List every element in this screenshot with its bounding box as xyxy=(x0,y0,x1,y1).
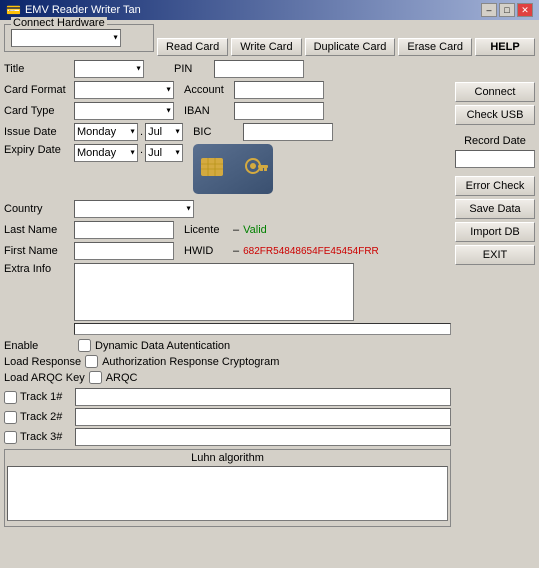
erase-card-button[interactable]: Erase Card xyxy=(398,38,472,56)
title-label: Title xyxy=(4,63,74,75)
track2-input[interactable] xyxy=(75,408,451,426)
luhn-label: Luhn algorithm xyxy=(191,452,264,464)
first-name-input[interactable] xyxy=(74,242,174,260)
issue-day-select[interactable]: Monday xyxy=(74,123,138,141)
connect-button[interactable]: Connect xyxy=(455,82,535,102)
bic-input[interactable] xyxy=(243,123,333,141)
save-data-button[interactable]: Save Data xyxy=(455,199,535,219)
progress-bar xyxy=(74,323,451,335)
luhn-textarea[interactable] xyxy=(7,466,448,521)
help-button[interactable]: HELP xyxy=(475,38,535,56)
record-date-label: Record Date xyxy=(455,135,535,147)
connect-hardware-label: Connect Hardware xyxy=(11,17,107,29)
card-chip-image xyxy=(193,144,273,194)
app-icon: 💳 xyxy=(6,3,21,17)
duplicate-card-button[interactable]: Duplicate Card xyxy=(305,38,396,56)
track3-checkbox[interactable] xyxy=(4,431,17,444)
title-select[interactable] xyxy=(74,60,144,78)
track1-input[interactable] xyxy=(75,388,451,406)
card-type-label: Card Type xyxy=(4,105,74,117)
last-name-input[interactable] xyxy=(74,221,174,239)
expiry-dot: . xyxy=(140,144,143,156)
import-db-button[interactable]: Import DB xyxy=(455,222,535,242)
track2-checkbox[interactable] xyxy=(4,411,17,424)
expiry-date-label: Expiry Date xyxy=(4,144,74,156)
dynamic-data-label: Dynamic Data Autentication xyxy=(95,340,230,352)
expiry-day-select[interactable]: Monday xyxy=(74,144,138,162)
arqc-checkbox[interactable] xyxy=(89,371,102,384)
iban-label: IBAN xyxy=(184,105,234,117)
card-format-label: Card Format xyxy=(4,84,74,96)
issue-month-select[interactable]: Jul xyxy=(145,123,183,141)
expiry-month-select[interactable]: Jul xyxy=(145,144,183,162)
minimize-button[interactable]: – xyxy=(481,3,497,17)
track3-label: Track 3# xyxy=(20,431,75,443)
first-name-label: First Name xyxy=(4,245,74,257)
hwid-value: 682FR54848654FE45454FRR xyxy=(243,246,379,257)
card-type-select[interactable] xyxy=(74,102,174,120)
pin-label: PIN xyxy=(174,63,214,75)
right-panel: Connect Check USB Record Date Error Chec… xyxy=(455,60,535,527)
track1-label: Track 1# xyxy=(20,391,75,403)
track2-label: Track 2# xyxy=(20,411,75,423)
maximize-button[interactable]: □ xyxy=(499,3,515,17)
license-dash: – xyxy=(233,224,239,236)
dynamic-data-checkbox[interactable] xyxy=(78,339,91,352)
license-valid: Valid xyxy=(243,224,267,236)
card-format-select[interactable] xyxy=(74,81,174,99)
read-card-button[interactable]: Read Card xyxy=(157,38,228,56)
close-button[interactable]: ✕ xyxy=(517,3,533,17)
extra-info-label: Extra Info xyxy=(4,263,74,275)
app-title: EMV Reader Writer Tan xyxy=(25,4,141,16)
pin-input[interactable] xyxy=(214,60,304,78)
country-label: Country xyxy=(4,203,74,215)
load-arqc-label: Load ARQC Key xyxy=(4,372,85,384)
write-card-button[interactable]: Write Card xyxy=(231,38,301,56)
check-usb-button[interactable]: Check USB xyxy=(455,105,535,125)
last-name-label: Last Name xyxy=(4,224,74,236)
hwid-dash: – xyxy=(233,245,239,257)
issue-dot: . xyxy=(140,126,143,138)
arqc-label: ARQC xyxy=(106,372,138,384)
track1-checkbox[interactable] xyxy=(4,391,17,404)
issue-date-label: Issue Date xyxy=(4,126,74,138)
license-label: Licente xyxy=(184,224,229,236)
country-select[interactable] xyxy=(74,200,194,218)
connect-hardware-group: Connect Hardware xyxy=(4,24,154,52)
load-response-label: Load Response xyxy=(4,356,81,368)
auth-response-checkbox[interactable] xyxy=(85,355,98,368)
hwid-label: HWID xyxy=(184,245,229,257)
bic-label: BIC xyxy=(193,126,243,138)
auth-response-label: Authorization Response Cryptogram xyxy=(102,356,279,368)
track3-input[interactable] xyxy=(75,428,451,446)
exit-button[interactable]: EXIT xyxy=(455,245,535,265)
iban-input[interactable] xyxy=(234,102,324,120)
account-label: Account xyxy=(184,84,234,96)
record-date-input[interactable] xyxy=(455,150,535,168)
error-check-button[interactable]: Error Check xyxy=(455,176,535,196)
extra-info-textarea[interactable] xyxy=(74,263,354,321)
enable-label: Enable xyxy=(4,340,74,352)
connect-hardware-select[interactable] xyxy=(11,29,121,47)
account-input[interactable] xyxy=(234,81,324,99)
